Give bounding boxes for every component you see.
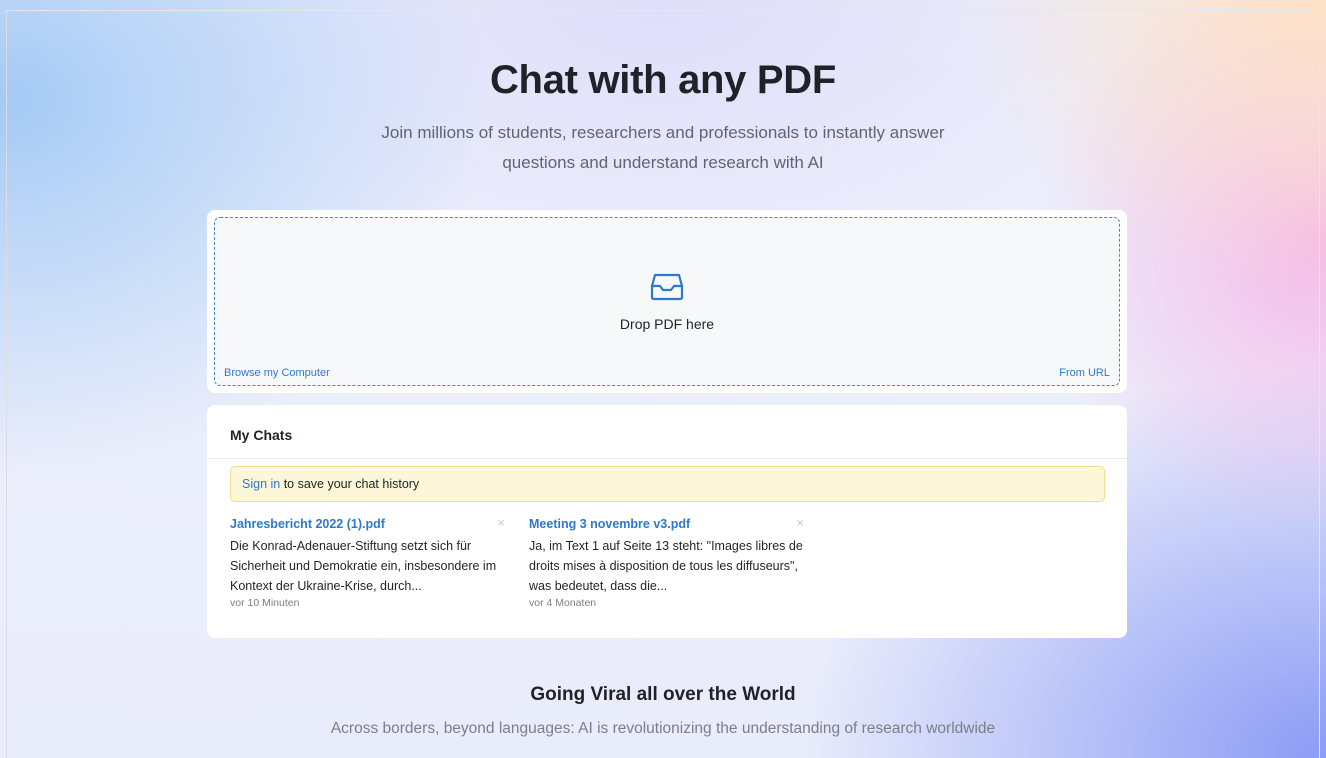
signin-banner: Sign in to save your chat history [230, 466, 1105, 502]
viral-section-subtitle: Across borders, beyond languages: AI is … [330, 720, 996, 737]
signin-banner-text: to save your chat history [280, 477, 420, 491]
chat-timestamp: vor 10 Minuten [230, 597, 300, 609]
my-chats-heading: My Chats [207, 405, 1127, 459]
close-icon[interactable]: × [796, 515, 804, 531]
chat-excerpt: Ja, im Text 1 auf Seite 13 steht: "Image… [529, 539, 803, 593]
browse-computer-link[interactable]: Browse my Computer [224, 367, 330, 379]
chat-title[interactable]: Jahresbericht 2022 (1).pdf [230, 516, 385, 532]
close-icon[interactable]: × [497, 515, 505, 531]
page-title: Chat with any PDF [489, 58, 837, 102]
chat-item[interactable]: Meeting 3 novembre v3.pdf × Ja, im Text … [529, 515, 814, 609]
inbox-icon [650, 273, 684, 301]
page-subtitle: Join millions of students, researchers a… [381, 123, 945, 172]
chat-timestamp: vor 4 Monaten [529, 597, 597, 609]
signin-link[interactable]: Sign in [242, 477, 280, 491]
upload-card: Drop PDF here Browse my Computer From UR… [207, 210, 1127, 393]
chat-title[interactable]: Meeting 3 novembre v3.pdf [529, 516, 690, 532]
chat-item[interactable]: Jahresbericht 2022 (1).pdf × Die Konrad-… [230, 515, 515, 609]
my-chats-card: My Chats Sign in to save your chat histo… [207, 405, 1127, 638]
from-url-link[interactable]: From URL [1059, 367, 1110, 379]
pdf-drop-zone[interactable]: Drop PDF here Browse my Computer From UR… [214, 217, 1120, 386]
chat-excerpt: Die Konrad-Adenauer-Stiftung setzt sich … [230, 539, 497, 593]
viral-section-title: Going Viral all over the World [530, 684, 796, 705]
drop-pdf-label: Drop PDF here [619, 316, 715, 332]
